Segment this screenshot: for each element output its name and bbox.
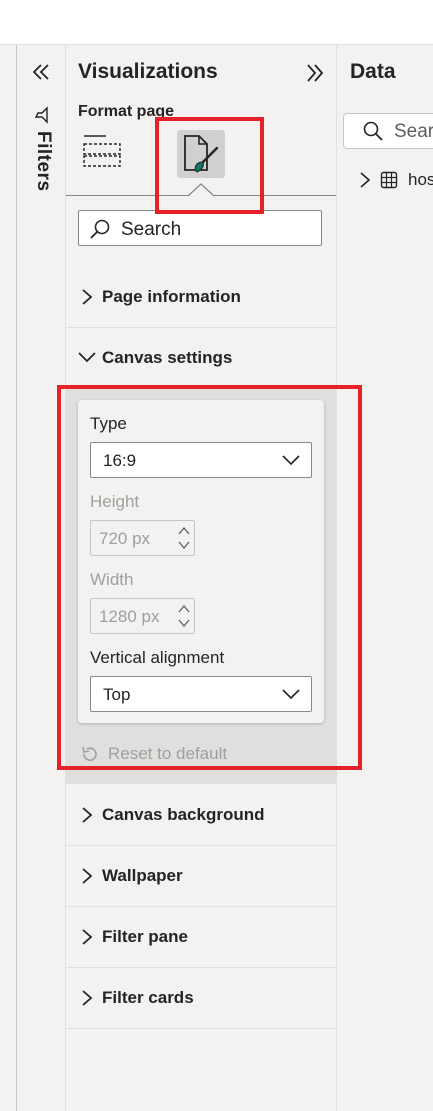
- section-title: Filter pane: [102, 927, 188, 946]
- section-title: Canvas settings: [102, 348, 233, 367]
- search-placeholder: Search: [121, 219, 182, 240]
- section-wallpaper[interactable]: Wallpaper: [66, 847, 336, 907]
- search-placeholder: Sear: [394, 121, 433, 142]
- data-table-item[interactable]: hos: [358, 168, 433, 192]
- section-canvas-settings[interactable]: Canvas settings: [66, 328, 336, 388]
- top-bar: [0, 0, 433, 45]
- section-filter-pane[interactable]: Filter pane: [66, 908, 336, 968]
- funnel-icon: [34, 106, 48, 124]
- highlight-box-format-tab: [155, 117, 264, 214]
- search-input[interactable]: Search: [78, 210, 322, 246]
- highlight-box-canvas-settings: [57, 385, 362, 770]
- chevron-right-icon: [82, 807, 93, 823]
- filters-label[interactable]: Filters: [24, 131, 54, 221]
- chevron-down-icon: [78, 352, 96, 363]
- double-chevron-right-icon[interactable]: [304, 62, 326, 84]
- section-title: Canvas background: [102, 805, 265, 824]
- data-search-input[interactable]: Sear: [343, 113, 433, 149]
- section-page-information[interactable]: Page information: [66, 268, 336, 328]
- chevron-right-icon: [360, 172, 371, 188]
- build-visual-icon[interactable]: [82, 134, 122, 174]
- chevron-right-icon: [82, 929, 93, 945]
- chevron-right-icon: [82, 868, 93, 884]
- section-canvas-background[interactable]: Canvas background: [66, 786, 336, 846]
- visualizations-title: Visualizations: [78, 60, 218, 83]
- chevron-right-icon: [82, 990, 93, 1006]
- section-title: Wallpaper: [102, 866, 183, 885]
- chevron-right-icon: [82, 289, 93, 305]
- search-icon: [363, 121, 383, 141]
- divider: [16, 45, 17, 1111]
- section-filter-cards[interactable]: Filter cards: [66, 969, 336, 1029]
- section-title: Filter cards: [102, 988, 194, 1007]
- data-pane-title: Data: [350, 60, 396, 83]
- double-chevron-left-icon[interactable]: [31, 62, 51, 82]
- table-icon: [380, 171, 398, 189]
- section-title: Page information: [102, 287, 241, 306]
- search-icon: [90, 219, 110, 239]
- data-table-label: hos: [408, 170, 433, 189]
